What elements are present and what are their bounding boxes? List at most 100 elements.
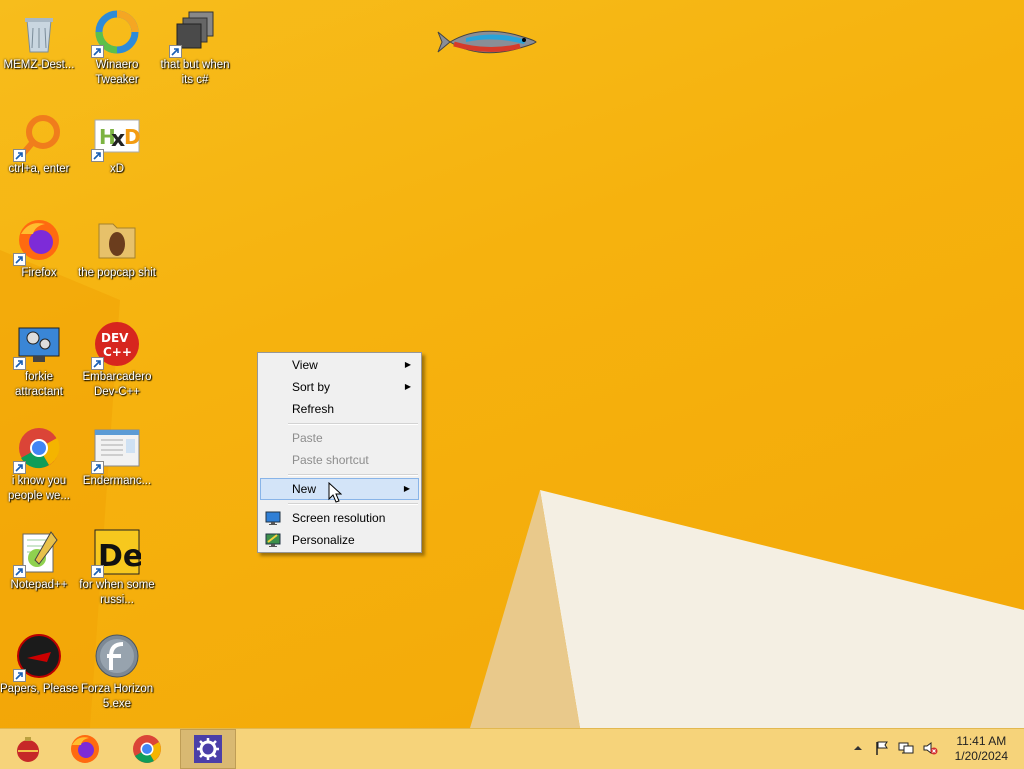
taskbar-settings[interactable] [180, 729, 236, 769]
menu-item-label: New [292, 482, 317, 496]
volume-muted-icon[interactable] [921, 739, 939, 757]
menu-item-label: Sort by [292, 380, 331, 394]
screen-resolution-icon [265, 510, 281, 526]
svg-text:DEV: DEV [101, 331, 129, 345]
menu-item-sort-by[interactable]: Sort by ▶ [260, 376, 419, 398]
dev-cpp-icon: DEV C++ [91, 320, 141, 370]
papers-please-icon [13, 632, 63, 682]
magnifier-ring-icon [13, 112, 63, 162]
submenu-arrow-icon: ▶ [404, 382, 411, 391]
desktop-icon-that-but-when-its-csharp[interactable]: that but when its c# [156, 0, 234, 100]
submenu-arrow-icon: ▶ [404, 360, 411, 369]
icon-label: xD [109, 163, 125, 175]
shortcut-arrow-icon [13, 461, 26, 474]
taskbar-chrome[interactable] [119, 729, 175, 769]
desktop-icon-for-when-some-russi[interactable]: De for when some russi... [78, 520, 156, 620]
settings-gear-icon [194, 735, 222, 763]
icon-label: forkie attractant [15, 371, 63, 398]
shortcut-arrow-icon [13, 669, 26, 682]
icon-label: Papers, Please [0, 683, 78, 695]
menu-separator [288, 423, 418, 425]
mouse-cursor-icon [328, 482, 342, 503]
de-icon: De [91, 528, 141, 578]
icon-label: ctrl+a, enter [8, 163, 70, 175]
desktop-icon-firefox[interactable]: Firefox [0, 208, 78, 308]
taskbar: 11:41 AM 1/20/2024 [0, 728, 1024, 769]
icon-label: Endermanc... [82, 475, 152, 487]
menu-item-view[interactable]: View ▶ [260, 354, 419, 376]
fish-decoration [437, 30, 537, 54]
submenu-arrow-icon: ▶ [403, 484, 410, 493]
desktop-context-menu: View ▶ Sort by ▶ Refresh Paste Paste sho… [257, 352, 422, 553]
desktop-icon-i-know-you[interactable]: i know you people we... [0, 416, 78, 516]
personalize-icon [265, 532, 281, 548]
icon-label: Embarcadero Dev-C++ [82, 371, 152, 398]
menu-item-personalize[interactable]: Personalize [260, 529, 419, 551]
firefox-icon [13, 216, 63, 266]
svg-text:C++: C++ [103, 345, 132, 359]
menu-separator [288, 503, 418, 505]
clock-time: 11:41 AM [956, 734, 1007, 748]
recycle-bin-icon [15, 8, 63, 56]
icon-label: Forza Horizon 5.exe [80, 683, 154, 710]
shortcut-arrow-icon [91, 565, 104, 578]
menu-separator [288, 474, 418, 476]
svg-text:D: D [124, 125, 141, 149]
menu-item-label: Screen resolution [292, 511, 386, 525]
folder-icon [93, 216, 141, 264]
taskbar-firefox[interactable] [57, 729, 113, 769]
menu-item-paste[interactable]: Paste [260, 427, 419, 449]
menu-item-label: Personalize [292, 533, 355, 547]
icon-label: the popcap shit [78, 267, 157, 279]
desktop-icon-endermanch[interactable]: Endermanc... [78, 416, 156, 516]
shortcut-arrow-icon [91, 149, 104, 162]
desktop-icon-ctrl-a-enter[interactable]: ctrl+a, enter [0, 104, 78, 204]
shortcut-arrow-icon [13, 565, 26, 578]
icon-label: Notepad++ [10, 579, 68, 591]
notepad-plus-plus-icon [13, 528, 63, 578]
hxd-hex-editor-icon: HxD [91, 112, 141, 162]
desktop-icon-popcap-folder[interactable]: the popcap shit [78, 208, 156, 308]
shortcut-arrow-icon [13, 357, 26, 370]
shortcut-arrow-icon [91, 357, 104, 370]
chrome-icon [133, 735, 161, 763]
desktop-icon-memz[interactable]: MEMZ-Dest... [0, 0, 78, 100]
desktop-icon-papers-please[interactable]: Papers, Please [0, 624, 78, 724]
desktop-icon-winaero-tweaker[interactable]: Winaero Tweaker [78, 0, 156, 100]
icon-label: Firefox [21, 267, 57, 279]
menu-item-label: Paste [292, 431, 323, 445]
network-icon[interactable] [897, 739, 915, 757]
shortcut-arrow-icon [91, 461, 104, 474]
winaero-tweaker-icon [91, 8, 141, 58]
desktop-icon-dev-cpp[interactable]: DEV C++ Embarcadero Dev-C++ [78, 312, 156, 412]
stacked-windows-icon [169, 8, 219, 58]
flash-icon [93, 632, 141, 680]
clock-date: 1/20/2024 [954, 749, 1008, 763]
desktop[interactable]: MEMZ-Dest... ctrl+a, enter Firefox forki… [0, 0, 1024, 728]
show-hidden-icons-chevron[interactable] [849, 739, 867, 757]
menu-item-paste-shortcut[interactable]: Paste shortcut [260, 449, 419, 471]
shortcut-arrow-icon [91, 45, 104, 58]
icon-label: Winaero Tweaker [95, 59, 139, 86]
shortcut-arrow-icon [169, 45, 182, 58]
taskbar-clock[interactable]: 11:41 AM 1/20/2024 [955, 734, 1008, 764]
desktop-icon-forza-horizon[interactable]: Forza Horizon 5.exe [78, 624, 156, 724]
menu-item-screen-resolution[interactable]: Screen resolution [260, 507, 419, 529]
desktop-icon-forkie[interactable]: forkie attractant [0, 312, 78, 412]
taskbar-start-ornament[interactable] [0, 729, 56, 769]
shortcut-arrow-icon [13, 149, 26, 162]
chrome-icon [13, 424, 63, 474]
svg-text:De: De [98, 539, 141, 574]
icon-label: i know you people we... [7, 475, 70, 502]
menu-item-label: View [292, 358, 318, 372]
icon-label: that but when its c# [160, 59, 230, 86]
desktop-icon-notepad-plus-plus[interactable]: Notepad++ [0, 520, 78, 620]
monitor-gears-icon [13, 320, 63, 370]
menu-item-label: Paste shortcut [292, 453, 369, 467]
icon-label: MEMZ-Dest... [3, 59, 75, 71]
document-window-icon [91, 424, 141, 474]
menu-item-label: Refresh [292, 402, 335, 416]
desktop-icon-xd[interactable]: HxD xD [78, 104, 156, 204]
action-center-flag-icon[interactable] [873, 739, 891, 757]
menu-item-refresh[interactable]: Refresh [260, 398, 419, 420]
